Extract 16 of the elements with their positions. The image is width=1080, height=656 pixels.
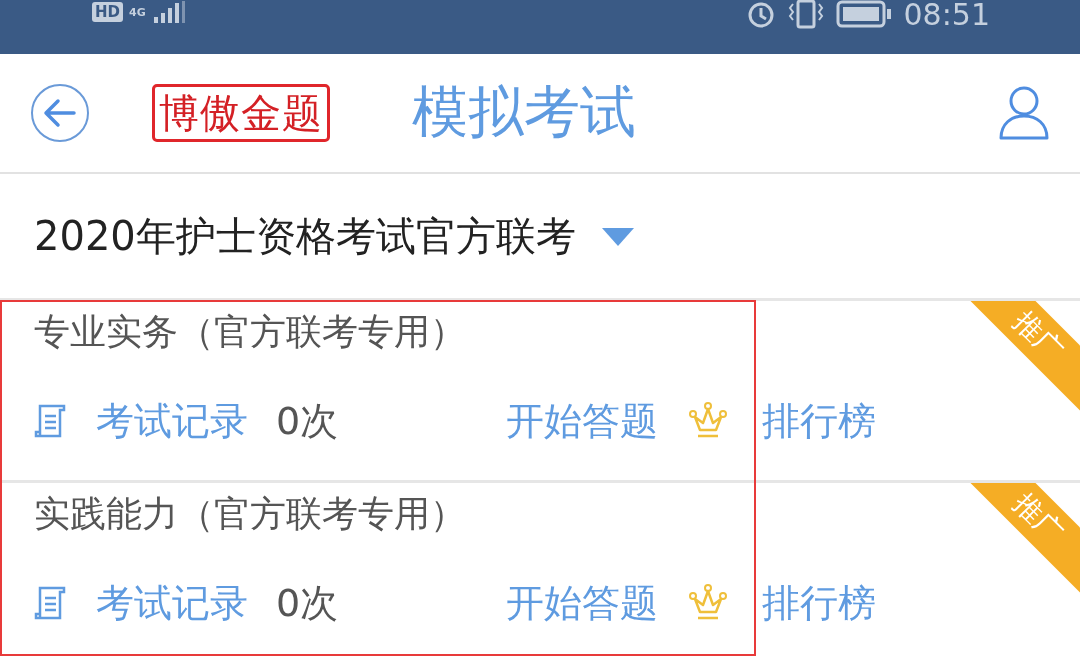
exam-record-link[interactable]: 考试记录	[34, 395, 248, 447]
exam-record-link[interactable]: 考试记录	[34, 577, 248, 629]
exam-title: 专业实务（官方联考专用）	[34, 310, 466, 354]
brand-logo: 博傲金题	[152, 84, 330, 142]
network-label: 4G	[129, 5, 146, 19]
leaderboard-link[interactable]: 排行榜	[762, 395, 877, 447]
exam-title: 实践能力（官方联考专用）	[34, 492, 466, 536]
page-title: 模拟考试	[412, 78, 636, 146]
exam-dropdown[interactable]: 2020年护士资格考试官方联考	[34, 174, 634, 298]
clock-time: 08:51	[903, 0, 990, 32]
attempt-count: 0次	[276, 579, 339, 627]
start-button[interactable]: 开始答题	[506, 577, 659, 629]
leaderboard-link[interactable]: 排行榜	[762, 577, 877, 629]
hd-badge: HD	[92, 2, 123, 22]
attempt-count: 0次	[276, 397, 339, 445]
start-button[interactable]: 开始答题	[506, 395, 659, 447]
